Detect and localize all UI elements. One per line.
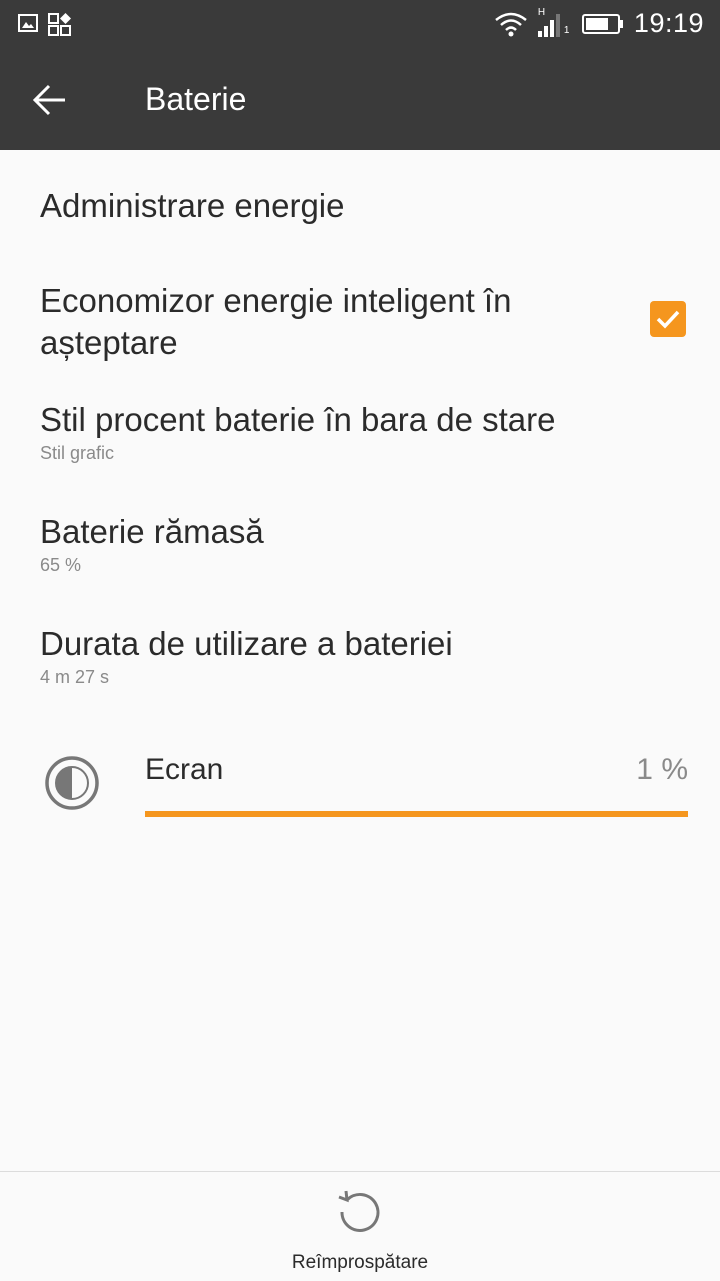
checkmark-icon [656,310,680,329]
preference-percent-style[interactable]: Stil procent baterie în bara de stare St… [40,399,640,464]
usage-item-screen[interactable]: Ecran 1 % [0,745,720,825]
pref-title: Administrare energie [40,187,345,224]
bottom-bar: Reîmprospătare [0,1171,720,1280]
pref-title: Durata de utilizare a bateriei [40,625,453,662]
refresh-icon [338,1190,380,1232]
pref-title: Economizor energie inteligent în aștepta… [40,282,512,361]
refresh-button[interactable]: Reîmprospătare [260,1172,460,1281]
apps-icon [48,13,71,36]
signal-icon: H 1 [537,7,572,39]
brightness-icon [45,756,99,810]
back-button[interactable] [18,72,82,128]
usage-bar-fill [145,811,688,817]
smart-standby-checkbox[interactable] [650,301,686,337]
pref-summary: 4 m 27 s [40,667,110,687]
status-bar: H 1 19:19 [0,0,720,50]
sim-slot-label: 1 [563,24,570,36]
pref-title: Stil procent baterie în bara de stare [40,401,556,438]
preference-usage-time[interactable]: Durata de utilizare a bateriei 4 m 27 s [40,623,640,688]
status-bar-left [18,13,72,37]
preference-power-management[interactable]: Administrare energie [40,185,640,227]
arrow-left-icon [32,84,65,116]
app-bar: Baterie [0,50,720,150]
pref-title: Baterie rămasă [40,513,264,550]
status-time: 19:19 [633,8,704,38]
pref-summary: Stil grafic [40,443,115,463]
usage-percent: 1 % [636,753,688,786]
refresh-label: Reîmprospătare [291,1252,429,1273]
usage-bar [145,811,688,817]
pref-summary: 65 % [40,555,82,575]
battery-icon [581,13,623,34]
usage-label: Ecran [145,753,224,786]
preference-remaining[interactable]: Baterie rămasă 65 % [40,511,640,576]
page-title: Baterie [145,81,247,117]
preference-smart-standby[interactable]: Economizor energie inteligent în aștepta… [40,280,610,364]
image-icon [18,14,38,32]
status-bar-right: H 1 19:19 [494,7,704,39]
wifi-icon [495,12,527,36]
